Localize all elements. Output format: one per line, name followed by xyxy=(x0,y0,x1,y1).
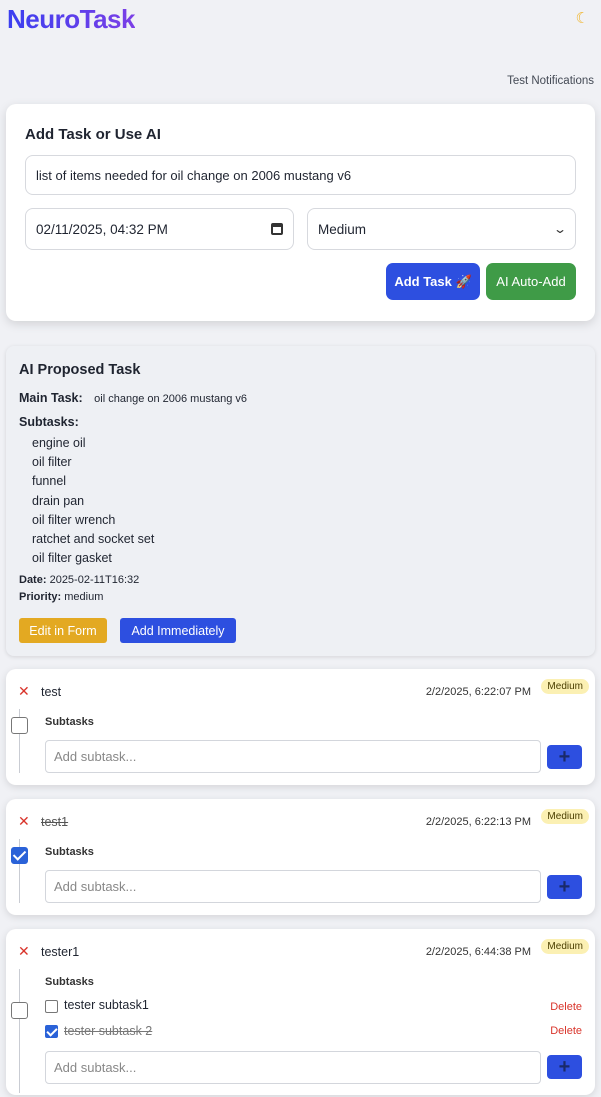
ai-subtask-item: oil filter wrench xyxy=(32,512,116,527)
delete-subtask-button[interactable]: Delete xyxy=(550,1001,582,1013)
add-subtask-input[interactable]: Add subtask... xyxy=(45,1051,541,1084)
ai-priority-label: Priority: xyxy=(19,591,62,603)
ai-subtask-item: funnel xyxy=(32,474,67,489)
app-logo: NeuroTask xyxy=(7,4,135,34)
subtask-checkbox[interactable] xyxy=(45,1000,58,1013)
subtask-checkbox[interactable] xyxy=(45,1025,58,1038)
add-subtask-button[interactable]: + xyxy=(547,745,582,769)
task-card: ✕ test1 2/2/2025, 6:22:13 PM Medium Subt… xyxy=(6,799,595,915)
priority-badge: Medium xyxy=(541,809,589,824)
ai-subtasks-label: Subtasks: xyxy=(19,415,79,429)
task-checkbox[interactable] xyxy=(11,847,28,864)
test-notifications-button[interactable]: Test Notifications xyxy=(507,75,594,87)
task-divider xyxy=(19,969,20,1093)
ai-subtask-list: engine oil oil filter funnel drain pan o… xyxy=(32,434,154,568)
task-time: 2/2/2025, 6:22:13 PM xyxy=(425,816,531,828)
task-title: test xyxy=(41,685,62,699)
add-task-button[interactable]: Add Task 🚀 xyxy=(386,263,480,300)
delete-subtask-button[interactable]: Delete xyxy=(550,1025,582,1037)
add-task-heading: Add Task or Use AI xyxy=(25,126,161,143)
ai-date: Date: 2025-02-11T16:32 xyxy=(19,574,139,586)
ai-subtask-item: ratchet and socket set xyxy=(32,531,155,546)
ai-subtask-item: oil filter xyxy=(32,455,72,470)
add-subtask-button[interactable]: + xyxy=(547,875,582,899)
priority-badge: Medium xyxy=(541,939,589,954)
moon-icon[interactable]: ☾ xyxy=(576,9,589,27)
date-value: 02/11/2025, 04:32 PM xyxy=(36,221,168,237)
ai-priority: Priority: medium xyxy=(19,591,103,603)
date-input[interactable]: 02/11/2025, 04:32 PM xyxy=(25,208,294,250)
ai-proposed-card: AI Proposed Task Main Task: oil change o… xyxy=(6,346,595,656)
add-task-card: Add Task or Use AI list of items needed … xyxy=(6,104,595,321)
close-icon[interactable]: ✕ xyxy=(18,683,30,700)
subtask-text: tester subtask 2 xyxy=(64,1024,153,1038)
ai-proposed-heading: AI Proposed Task xyxy=(19,362,141,378)
chevron-down-icon: ⌄ xyxy=(552,222,568,236)
close-icon[interactable]: ✕ xyxy=(18,813,30,830)
add-subtask-input[interactable]: Add subtask... xyxy=(45,740,541,773)
ai-subtask-item: oil filter gasket xyxy=(32,551,112,566)
subtasks-heading: Subtasks xyxy=(45,846,94,858)
calendar-icon[interactable] xyxy=(271,223,283,235)
priority-value: Medium xyxy=(318,221,367,237)
task-input[interactable]: list of items needed for oil change on 2… xyxy=(25,155,576,195)
task-checkbox[interactable] xyxy=(11,717,28,734)
ai-auto-add-button[interactable]: AI Auto-Add xyxy=(486,263,576,300)
subtask-text: tester subtask1 xyxy=(64,998,149,1012)
close-icon[interactable]: ✕ xyxy=(18,943,30,960)
task-time: 2/2/2025, 6:44:38 PM xyxy=(425,946,531,958)
subtasks-heading: Subtasks xyxy=(45,976,94,988)
ai-date-label: Date: xyxy=(19,574,47,586)
add-immediately-button[interactable]: Add Immediately xyxy=(120,618,236,643)
add-subtask-input[interactable]: Add subtask... xyxy=(45,870,541,903)
ai-main-label: Main Task: xyxy=(19,391,83,405)
priority-badge: Medium xyxy=(541,679,589,694)
priority-select[interactable]: Medium ⌄ xyxy=(307,208,576,250)
task-title: test1 xyxy=(41,815,69,829)
task-title: tester1 xyxy=(41,945,80,959)
ai-subtask-item: drain pan xyxy=(32,493,85,508)
task-card: ✕ test 2/2/2025, 6:22:07 PM Medium Subta… xyxy=(6,669,595,785)
task-time: 2/2/2025, 6:22:07 PM xyxy=(425,686,531,698)
subtasks-heading: Subtasks xyxy=(45,716,94,728)
ai-priority-value: medium xyxy=(64,591,104,603)
task-card: ✕ tester1 2/2/2025, 6:44:38 PM Medium Su… xyxy=(6,929,595,1095)
task-checkbox[interactable] xyxy=(11,1002,28,1019)
ai-main-value: oil change on 2006 mustang v6 xyxy=(94,393,248,405)
ai-subtask-item: engine oil xyxy=(32,436,86,450)
ai-main-task: Main Task: oil change on 2006 mustang v6 xyxy=(19,391,247,405)
edit-in-form-button[interactable]: Edit in Form xyxy=(19,618,107,643)
add-subtask-button[interactable]: + xyxy=(547,1055,582,1079)
ai-date-value: 2025-02-11T16:32 xyxy=(49,574,140,586)
